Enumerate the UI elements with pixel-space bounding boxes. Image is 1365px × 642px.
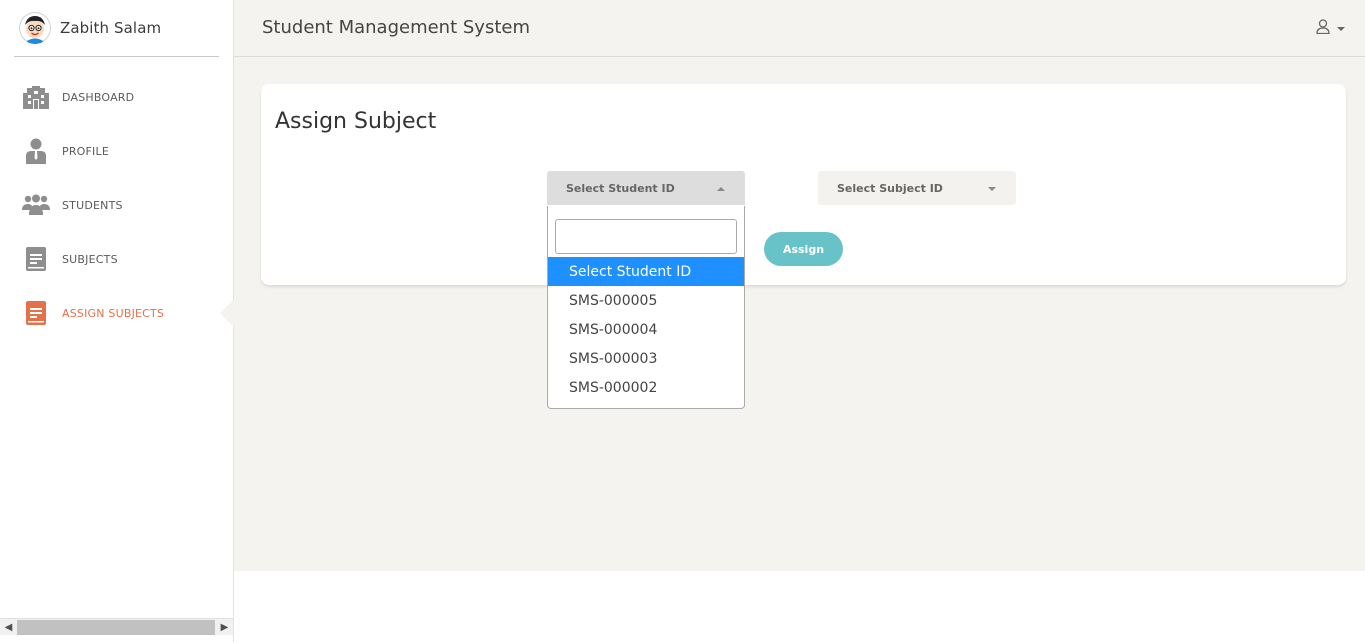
sidebar-item-label: SUBJECTS (62, 252, 118, 266)
app-title[interactable]: Student Management System (262, 17, 530, 38)
top-navbar: Student Management System (234, 0, 1365, 57)
scroll-right-icon[interactable]: ▶ (216, 619, 233, 636)
sidebar: Zabith Salam DASHBOARD PROFILE STUDENTS … (0, 0, 234, 642)
sidebar-item-label: STUDENTS (62, 198, 123, 212)
dropdown-option[interactable]: Select Student ID (548, 257, 744, 286)
dropdown-option[interactable]: SMS-000004 (548, 315, 744, 344)
avatar[interactable] (19, 12, 51, 44)
dropdown-search-input[interactable] (555, 219, 737, 254)
student-select-value: Select Student ID (566, 181, 675, 195)
group-icon (22, 191, 50, 219)
user-icon (1316, 19, 1330, 38)
sidebar-item-label: ASSIGN SUBJECTS (62, 306, 165, 320)
scroll-left-icon[interactable]: ◀ (0, 619, 17, 636)
book-icon (22, 299, 50, 327)
person-icon (22, 137, 50, 165)
card-title: Assign Subject (275, 109, 437, 134)
dropdown-option[interactable]: SMS-000003 (548, 344, 744, 373)
sidebar-item-assign-subjects[interactable]: ASSIGN SUBJECTS (0, 286, 234, 340)
user-name[interactable]: Zabith Salam (60, 19, 161, 37)
student-id-select[interactable]: Select Student ID (547, 171, 745, 205)
dropdown-option[interactable]: SMS-000002 (548, 373, 744, 402)
caret-up-icon (717, 187, 725, 191)
sidebar-item-profile[interactable]: PROFILE (0, 124, 233, 178)
sidebar-item-subjects[interactable]: SUBJECTS (0, 232, 233, 286)
student-id-dropdown: Select Student ID SMS-000005 SMS-000004 … (547, 206, 745, 409)
subject-id-select[interactable]: Select Subject ID (818, 171, 1016, 205)
assign-subject-card: Assign Subject Select Student ID Select … (261, 84, 1346, 285)
scrollbar-thumb[interactable] (17, 620, 215, 635)
active-indicator (220, 299, 234, 327)
sidebar-item-students[interactable]: STUDENTS (0, 178, 233, 232)
caret-down-icon (1337, 26, 1345, 31)
building-icon (22, 83, 50, 111)
book-icon (22, 245, 50, 273)
sidebar-item-label: DASHBOARD (62, 90, 135, 104)
sidebar-nav: DASHBOARD PROFILE STUDENTS SUBJECTS ASSI… (0, 70, 234, 340)
sidebar-item-dashboard[interactable]: DASHBOARD (0, 70, 233, 124)
subject-select-value: Select Subject ID (837, 181, 943, 195)
dropdown-option[interactable]: SMS-000005 (548, 286, 744, 315)
horizontal-scrollbar[interactable]: ◀ ▶ (0, 618, 233, 635)
sidebar-item-label: PROFILE (62, 144, 109, 158)
sidebar-brand: Zabith Salam (14, 0, 219, 57)
caret-down-icon (988, 187, 996, 191)
main-content: Student Management System Assign Subject… (234, 0, 1365, 571)
assign-button[interactable]: Assign (764, 232, 843, 266)
dropdown-options: Select Student ID SMS-000005 SMS-000004 … (548, 257, 744, 402)
user-menu-button[interactable] (1316, 19, 1345, 38)
